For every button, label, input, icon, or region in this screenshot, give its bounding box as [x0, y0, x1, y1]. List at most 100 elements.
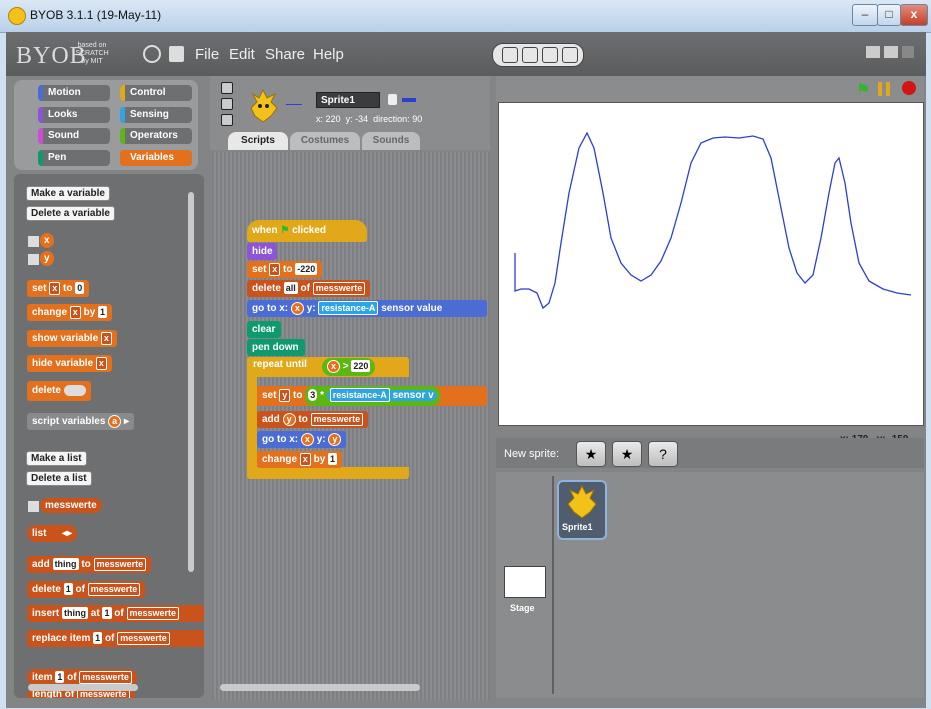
- presentation-mode-icon[interactable]: [902, 46, 914, 58]
- menu-share[interactable]: Share: [265, 46, 305, 63]
- script-variables-block[interactable]: script variables a ▸: [27, 413, 134, 430]
- list-dropdown[interactable]: messwerte: [117, 632, 170, 645]
- set-y-block[interactable]: set y to 3 * resistance-A sensor v: [257, 386, 487, 406]
- category-sensing[interactable]: Sensing: [120, 107, 192, 123]
- palette-scrollbar[interactable]: [188, 192, 194, 572]
- category-pen[interactable]: Pen: [38, 150, 110, 166]
- small-stage-icon[interactable]: [866, 46, 880, 58]
- category-control[interactable]: Control: [120, 85, 192, 101]
- variable-x-reporter[interactable]: x: [300, 433, 314, 446]
- value-slot[interactable]: 1: [328, 453, 338, 465]
- add-to-list-block[interactable]: add y to messwerte: [257, 411, 369, 428]
- delete-variable-block[interactable]: delete: [27, 381, 91, 401]
- list-dropdown[interactable]: messwerte: [126, 607, 180, 620]
- minimize-button[interactable]: –: [852, 4, 878, 26]
- variable-reporter-y[interactable]: y: [40, 251, 54, 266]
- list-dropdown[interactable]: messwerte: [312, 282, 366, 295]
- variable-dropdown[interactable]: x: [95, 357, 107, 370]
- greater-than-predicate[interactable]: x > 220: [322, 358, 376, 376]
- change-x-block[interactable]: change x by 1: [257, 451, 343, 468]
- palette-hscrollbar[interactable]: [28, 684, 138, 691]
- variable-dropdown[interactable]: x: [69, 306, 81, 319]
- stage-thumbnail[interactable]: [504, 566, 546, 598]
- value-slot[interactable]: thing: [52, 558, 79, 570]
- value-slot[interactable]: 0: [75, 282, 85, 294]
- tab-costumes[interactable]: Costumes: [290, 132, 360, 150]
- pen-down-block[interactable]: pen down: [247, 339, 305, 356]
- replace-item-block[interactable]: replace item 1 of messwerte: [27, 630, 204, 647]
- sensor-dropdown[interactable]: resistance-A: [329, 388, 390, 402]
- clear-block[interactable]: clear: [247, 321, 281, 338]
- variable-x-reporter[interactable]: x: [290, 302, 304, 315]
- rotation-full-icon[interactable]: [221, 82, 233, 94]
- shrink-icon[interactable]: [562, 47, 578, 63]
- menu-file[interactable]: File: [195, 46, 219, 63]
- insert-into-list-block[interactable]: insert thing at 1 of messwerte: [27, 605, 204, 622]
- category-looks[interactable]: Looks: [38, 107, 110, 123]
- value-slot[interactable]: -220: [295, 263, 318, 275]
- category-operators[interactable]: Operators: [120, 128, 192, 144]
- stage-canvas[interactable]: [498, 102, 924, 426]
- scripts-hscrollbar[interactable]: [220, 684, 420, 691]
- category-variables[interactable]: Variables: [120, 150, 192, 166]
- rotation-none-icon[interactable]: [221, 114, 233, 126]
- set-variable-block[interactable]: set x to 0: [27, 280, 90, 297]
- paint-new-sprite-button[interactable]: ★: [576, 441, 606, 467]
- variable-dropdown[interactable]: x: [49, 282, 61, 295]
- tab-sounds[interactable]: Sounds: [362, 132, 420, 150]
- tab-scripts[interactable]: Scripts: [228, 132, 288, 150]
- change-variable-block[interactable]: change x by 1: [27, 304, 113, 321]
- variable-y-reporter[interactable]: y: [282, 413, 296, 426]
- pause-button[interactable]: [878, 82, 890, 96]
- duplicate-icon[interactable]: [502, 47, 518, 63]
- list-block[interactable]: list ◂▸: [27, 525, 78, 542]
- menu-edit[interactable]: Edit: [229, 46, 255, 63]
- index-slot[interactable]: 1: [102, 607, 112, 619]
- variable-dropdown[interactable]: y: [279, 389, 291, 402]
- variable-dropdown[interactable]: x: [299, 453, 311, 466]
- script-variable-a[interactable]: a: [108, 415, 122, 428]
- delete-from-list-block[interactable]: delete 1 of messwerte: [27, 581, 146, 598]
- normal-stage-icon[interactable]: [884, 46, 898, 58]
- hide-variable-block[interactable]: hide variable x: [27, 355, 112, 372]
- save-disk-icon[interactable]: [169, 46, 184, 62]
- category-sound[interactable]: Sound: [38, 128, 110, 144]
- list-dropdown[interactable]: messwerte: [79, 671, 132, 684]
- delete-list-button[interactable]: Delete a list: [26, 471, 92, 486]
- make-variable-button[interactable]: Make a variable: [26, 186, 110, 201]
- list-dropdown[interactable]: messwerte: [87, 583, 141, 596]
- variable-dropdown[interactable]: x: [269, 263, 281, 276]
- language-globe-icon[interactable]: [143, 45, 161, 63]
- variable-x-reporter[interactable]: x: [327, 360, 341, 373]
- delete-scissors-icon[interactable]: [522, 47, 538, 63]
- variable-reporter-x[interactable]: x: [40, 233, 54, 248]
- goto-xy-inner-block[interactable]: go to x: x y: y: [257, 431, 347, 448]
- choose-sprite-file-button[interactable]: ★: [612, 441, 642, 467]
- delete-variable-button[interactable]: Delete a variable: [26, 206, 115, 221]
- random-sprite-button[interactable]: ?: [648, 441, 678, 467]
- watcher-checkbox-x[interactable]: [28, 236, 39, 247]
- multiply-operator[interactable]: 3 * resistance-A sensor v: [305, 386, 440, 406]
- list-reporter-messwerte[interactable]: messwerte: [40, 498, 102, 513]
- index-slot[interactable]: all: [283, 282, 298, 294]
- value-slot[interactable]: 1: [98, 306, 108, 318]
- list-dropdown[interactable]: messwerte: [93, 558, 147, 571]
- set-x-block[interactable]: set x to -220: [247, 261, 323, 278]
- goto-xy-block[interactable]: go to x: x y: resistance-A sensor value: [247, 300, 487, 317]
- sensor-dropdown[interactable]: resistance-A: [318, 301, 379, 315]
- watcher-checkbox-y[interactable]: [28, 254, 39, 265]
- maximize-button[interactable]: □: [877, 4, 901, 26]
- when-flag-clicked-hat[interactable]: when ⚑ clicked: [247, 220, 367, 242]
- delete-all-block[interactable]: delete all of messwerte: [247, 280, 371, 297]
- variable-dropdown[interactable]: x: [100, 332, 112, 345]
- show-variable-block[interactable]: show variable x: [27, 330, 117, 347]
- close-button[interactable]: x: [900, 4, 928, 26]
- list-dropdown[interactable]: messwerte: [310, 413, 364, 426]
- grow-icon[interactable]: [542, 47, 558, 63]
- category-motion[interactable]: Motion: [38, 85, 110, 101]
- index-slot[interactable]: 1: [63, 583, 73, 595]
- sprite-name-field[interactable]: Sprite1: [316, 92, 380, 108]
- hide-block[interactable]: hide: [247, 243, 277, 260]
- green-flag-button[interactable]: ⚑: [856, 80, 870, 100]
- index-slot[interactable]: 1: [55, 671, 65, 683]
